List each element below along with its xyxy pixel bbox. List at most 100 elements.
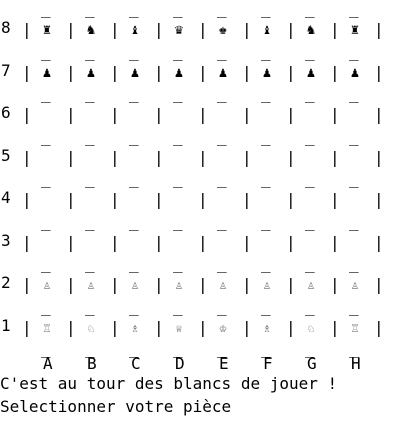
square-b4[interactable] bbox=[79, 191, 103, 209]
square-c2[interactable]: ♙ bbox=[123, 276, 147, 294]
square-b3[interactable] bbox=[79, 234, 103, 252]
square-a8[interactable]: ♜ bbox=[35, 21, 59, 39]
square-h3[interactable] bbox=[343, 234, 367, 252]
square-f1[interactable]: ♗ bbox=[255, 319, 279, 337]
square-c8[interactable]: ♝ bbox=[123, 21, 147, 39]
square-c4[interactable] bbox=[123, 191, 147, 209]
square-a4[interactable] bbox=[35, 191, 59, 209]
square-c6[interactable] bbox=[123, 106, 147, 124]
square-e5[interactable] bbox=[211, 149, 235, 167]
square-h1[interactable]: ♖ bbox=[343, 319, 367, 337]
square-b5[interactable] bbox=[79, 149, 103, 167]
square-f2[interactable]: ♙ bbox=[255, 276, 279, 294]
square-g3[interactable] bbox=[299, 234, 323, 252]
square-divider: | bbox=[110, 147, 120, 167]
square-e7[interactable]: ♟ bbox=[211, 64, 235, 82]
square-a2[interactable]: ♙ bbox=[35, 276, 59, 294]
square-a5[interactable] bbox=[35, 149, 59, 167]
square-divider: | bbox=[198, 275, 208, 294]
square-a7[interactable]: ♟ bbox=[35, 64, 59, 82]
square-f3[interactable] bbox=[255, 234, 279, 252]
square-g1[interactable]: ♘ bbox=[299, 319, 323, 337]
square-c1[interactable]: ♗ bbox=[123, 319, 147, 337]
white-pawn-icon: ♙ bbox=[131, 278, 139, 292]
square-e1[interactable]: ♔ bbox=[211, 319, 235, 337]
square-divider: | bbox=[286, 317, 296, 337]
square-divider: | bbox=[198, 190, 208, 209]
square-e3[interactable] bbox=[211, 234, 235, 252]
square-e2[interactable]: ♙ bbox=[211, 276, 235, 294]
square-d7[interactable]: ♟ bbox=[167, 64, 191, 82]
black-king-icon: ♚ bbox=[218, 22, 228, 38]
square-top-edge: _ bbox=[305, 126, 315, 146]
square-h7[interactable]: ♟ bbox=[343, 64, 367, 82]
square-divider: | bbox=[374, 317, 384, 337]
square-d8[interactable]: ♛ bbox=[167, 21, 191, 39]
square-c3[interactable] bbox=[123, 234, 147, 252]
square-divider: | bbox=[154, 105, 164, 124]
black-rook-icon: ♜ bbox=[350, 22, 360, 38]
square-divider: | bbox=[242, 20, 252, 39]
square-divider: | bbox=[330, 62, 340, 82]
file-label: G bbox=[307, 354, 317, 373]
square-a6[interactable] bbox=[35, 106, 59, 124]
white-pawn-icon: ♙ bbox=[87, 278, 95, 292]
square-f8[interactable]: ♝ bbox=[255, 21, 279, 39]
square-c5[interactable] bbox=[123, 149, 147, 167]
file-label: E bbox=[219, 354, 229, 373]
square-divider: | bbox=[198, 147, 208, 167]
square-d4[interactable] bbox=[167, 191, 191, 209]
square-h2[interactable]: ♙ bbox=[343, 276, 367, 294]
square-divider: | bbox=[198, 20, 208, 39]
square-divider: | bbox=[66, 317, 76, 337]
square-b7[interactable]: ♟ bbox=[79, 64, 103, 82]
square-top-edge: _ bbox=[85, 169, 95, 188]
square-b6[interactable] bbox=[79, 106, 103, 124]
white-pawn-icon: ♙ bbox=[307, 278, 315, 292]
square-f5[interactable] bbox=[255, 149, 279, 167]
square-h6[interactable] bbox=[343, 106, 367, 124]
square-top-edge: _ bbox=[41, 169, 51, 188]
square-d1[interactable]: ♕ bbox=[167, 319, 191, 337]
square-a1[interactable]: ♖ bbox=[35, 319, 59, 337]
square-top-edge: _ bbox=[217, 169, 227, 188]
square-h8[interactable]: ♜ bbox=[343, 21, 367, 39]
square-top-edge: _ bbox=[173, 254, 183, 273]
square-f6[interactable] bbox=[255, 106, 279, 124]
square-top-edge: _ bbox=[349, 126, 359, 146]
square-h5[interactable] bbox=[343, 149, 367, 167]
square-d3[interactable] bbox=[167, 234, 191, 252]
square-h4[interactable] bbox=[343, 191, 367, 209]
square-d5[interactable] bbox=[167, 149, 191, 167]
square-f4[interactable] bbox=[255, 191, 279, 209]
square-g2[interactable]: ♙ bbox=[299, 276, 323, 294]
square-g5[interactable] bbox=[299, 149, 323, 167]
square-top-edge: _ bbox=[85, 126, 95, 146]
square-c7[interactable]: ♟ bbox=[123, 64, 147, 82]
square-top-edge: _ bbox=[217, 84, 227, 103]
square-b8[interactable]: ♞ bbox=[79, 21, 103, 39]
square-g7[interactable]: ♟ bbox=[299, 64, 323, 82]
square-b1[interactable]: ♘ bbox=[79, 319, 103, 337]
square-e8[interactable]: ♚ bbox=[211, 21, 235, 39]
square-e6[interactable] bbox=[211, 106, 235, 124]
square-divider: | bbox=[154, 317, 164, 337]
square-top-edge: _ bbox=[173, 41, 183, 61]
square-a3[interactable] bbox=[35, 234, 59, 252]
white-knight-icon: ♘ bbox=[307, 320, 315, 335]
square-b2[interactable]: ♙ bbox=[79, 276, 103, 294]
square-top-edge: _ bbox=[129, 169, 139, 188]
white-pawn-icon: ♙ bbox=[351, 278, 359, 292]
square-d6[interactable] bbox=[167, 106, 191, 124]
square-g4[interactable] bbox=[299, 191, 323, 209]
square-f7[interactable]: ♟ bbox=[255, 64, 279, 82]
square-top-edge: _ bbox=[261, 0, 271, 18]
square-e4[interactable] bbox=[211, 191, 235, 209]
square-g8[interactable]: ♞ bbox=[299, 21, 323, 39]
square-d2[interactable]: ♙ bbox=[167, 276, 191, 294]
square-top-edge: _ bbox=[129, 211, 139, 231]
square-divider: | bbox=[110, 190, 120, 209]
square-divider: | bbox=[110, 275, 120, 294]
select-piece-prompt: Selectionner votre pièce bbox=[0, 397, 232, 416]
square-g6[interactable] bbox=[299, 106, 323, 124]
